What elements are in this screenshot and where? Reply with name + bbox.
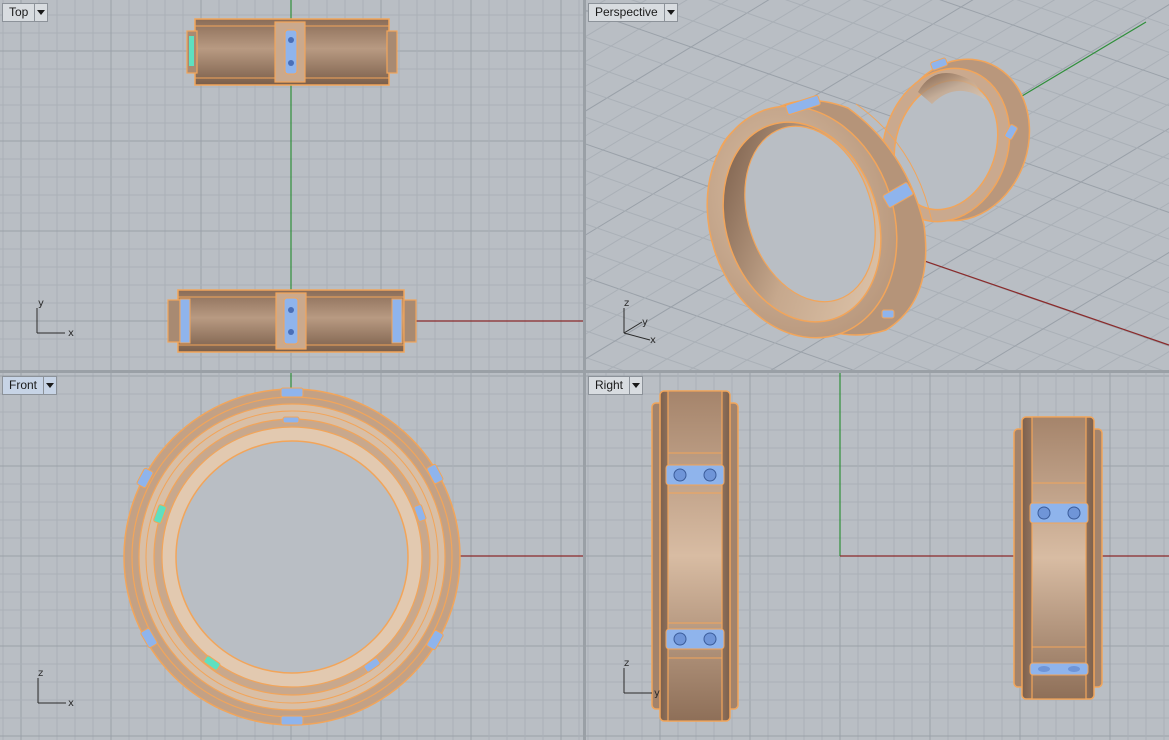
small-ring-right[interactable]	[1013, 416, 1103, 700]
gizmo-label-y: y	[654, 688, 660, 699]
viewport-title: Front	[9, 378, 38, 392]
gizmo-label-z: z	[624, 298, 629, 309]
axis-gizmo: z x	[37, 668, 74, 709]
chevron-down-icon[interactable]	[34, 4, 47, 21]
front-view-scene: z x	[0, 373, 583, 740]
viewport-tab-front[interactable]: Front	[2, 376, 58, 395]
viewport-tab-perspective[interactable]: Perspective	[588, 3, 678, 22]
viewport-title: Perspective	[595, 5, 658, 19]
large-ring-top[interactable]	[167, 289, 417, 353]
ring-front-profile[interactable]	[123, 387, 461, 726]
perspective-view-scene: z y x	[586, 0, 1169, 370]
gizmo-label-x: x	[650, 335, 656, 346]
gizmo-label-y: y	[642, 317, 648, 328]
right-view-scene: z y	[586, 373, 1169, 740]
gizmo-label-z: z	[624, 658, 629, 669]
gizmo-label-y: y	[38, 298, 44, 309]
viewport-tab-top[interactable]: Top	[2, 3, 49, 22]
small-ring-top[interactable]	[186, 18, 398, 86]
gizmo-label-z: z	[38, 668, 43, 679]
viewport-title: Top	[9, 5, 29, 19]
gizmo-label-x: x	[68, 328, 74, 339]
rhino-four-viewport-layout: y x Top z y x Perspective z x Front z y …	[0, 0, 1169, 740]
chevron-down-icon[interactable]	[43, 377, 56, 394]
viewport-top[interactable]: y x Top	[0, 0, 583, 370]
viewport-title: Right	[595, 378, 624, 392]
large-ring-right[interactable]	[651, 390, 739, 722]
gizmo-label-x: x	[68, 698, 74, 709]
viewport-right[interactable]: z y Right	[586, 373, 1169, 740]
grid-line	[586, 348, 827, 370]
chevron-down-icon[interactable]	[629, 377, 642, 394]
viewport-tab-right[interactable]: Right	[588, 376, 644, 395]
viewport-front[interactable]: z x Front	[0, 373, 583, 740]
axis-gizmo: z y x	[623, 298, 656, 346]
viewport-perspective[interactable]: z y x Perspective	[586, 0, 1169, 370]
axis-gizmo: y x	[36, 298, 74, 339]
top-view-scene: y x	[0, 0, 583, 370]
chevron-down-icon[interactable]	[663, 4, 677, 21]
